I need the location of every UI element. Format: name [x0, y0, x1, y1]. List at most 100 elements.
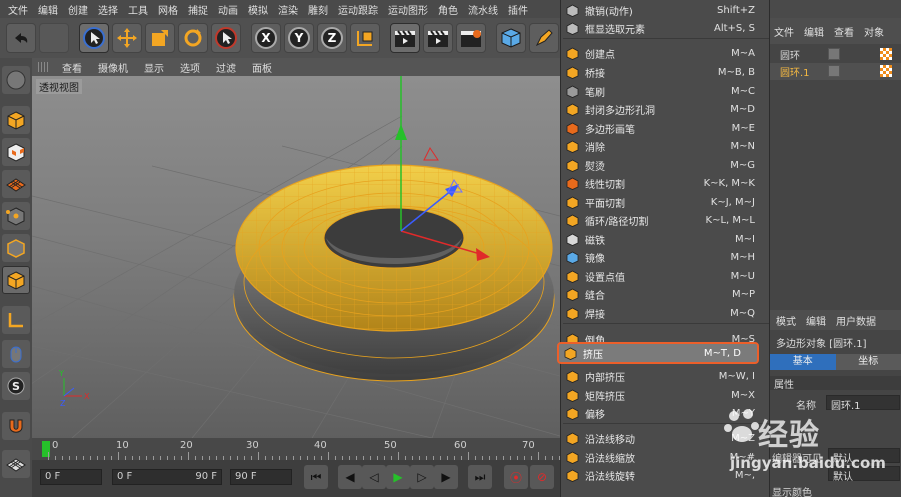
- live-select-button[interactable]: [79, 23, 109, 53]
- context-menu-item[interactable]: 笔刷 M~C: [561, 82, 771, 100]
- visibility-toggle[interactable]: [828, 65, 840, 77]
- x-axis-lock-button[interactable]: X: [251, 23, 281, 53]
- viewport-menu-item[interactable]: 查看: [54, 60, 90, 75]
- go-to-end-button[interactable]: ⏭: [468, 465, 492, 489]
- context-menu-item[interactable]: 循环/路径切割 K~L, M~L: [561, 211, 771, 229]
- context-menu-item[interactable]: 线性切割 K~K, M~K: [561, 174, 771, 192]
- object-manager-menu-item[interactable]: 编辑: [804, 24, 824, 39]
- end-frame-field[interactable]: 90 F: [230, 469, 292, 485]
- menu-item[interactable]: 工具: [124, 2, 154, 17]
- menu-item[interactable]: 动画: [214, 2, 244, 17]
- context-menu-item[interactable]: 设置点值 M~U: [561, 267, 771, 285]
- y-axis-lock-button[interactable]: Y: [284, 23, 314, 53]
- render-view-button[interactable]: [390, 23, 420, 53]
- object-manager-menu-item[interactable]: 文件: [774, 24, 794, 39]
- recent-tool-button[interactable]: [211, 23, 241, 53]
- context-menu-item[interactable]: 内部挤压 M~W, I: [561, 367, 771, 385]
- context-menu-item[interactable]: 焊接 M~Q: [561, 304, 771, 322]
- points-cube-icon: [6, 207, 25, 226]
- step-back-button[interactable]: ◁: [362, 465, 386, 489]
- viewport-menu-item[interactable]: 选项: [172, 60, 208, 75]
- attribute-manager-menu-item[interactable]: 编辑: [806, 313, 826, 328]
- current-frame-field[interactable]: 0 F: [40, 469, 102, 485]
- render-to-picture-viewer-button[interactable]: [423, 23, 453, 53]
- context-menu-item[interactable]: 封闭多边形孔洞 M~D: [561, 100, 771, 118]
- menu-item[interactable]: 运动跟踪: [334, 2, 384, 17]
- previous-key-button[interactable]: ◀: [338, 465, 362, 489]
- context-menu-item-label: 熨烫: [585, 161, 605, 173]
- visibility-toggle[interactable]: [828, 48, 840, 60]
- context-menu-item[interactable]: 镜像 M~H: [561, 248, 771, 266]
- context-menu-item-shortcut: M~W, I: [718, 370, 755, 382]
- menu-item[interactable]: 模拟: [244, 2, 274, 17]
- menu-item[interactable]: 运动图形: [384, 2, 434, 17]
- pen-tool-button[interactable]: [529, 23, 559, 53]
- auto-key-button[interactable]: ⊘: [530, 465, 554, 489]
- context-menu-item[interactable]: 框显选取元素 Alt+S, S: [561, 19, 771, 37]
- perspective-viewport[interactable]: Y X Z 透视视图: [32, 76, 560, 438]
- viewport-menu-item[interactable]: 摄像机: [90, 60, 136, 75]
- magnet-button[interactable]: [2, 412, 30, 440]
- tweak-mode-button[interactable]: [2, 340, 30, 368]
- attribute-manager-menu-item[interactable]: 用户数据: [836, 313, 876, 328]
- texture-mode-button[interactable]: [2, 138, 30, 166]
- timeline-ruler[interactable]: 0 10 20 30 40 50 60 70: [32, 438, 560, 460]
- context-menu-item[interactable]: 平面切割 K~J, M~J: [561, 193, 771, 211]
- rotate-tool-button[interactable]: [178, 23, 208, 53]
- context-menu-item[interactable]: 桥接 M~B, B: [561, 63, 771, 81]
- go-to-start-button[interactable]: ⏮: [304, 465, 328, 489]
- make-editable-button[interactable]: [2, 66, 30, 94]
- phong-tag-icon[interactable]: [880, 48, 892, 60]
- workplane-mode-button[interactable]: [2, 170, 30, 198]
- z-axis-lock-button[interactable]: Z: [317, 23, 347, 53]
- workplane-grid-button[interactable]: [2, 450, 30, 478]
- next-key-button[interactable]: ▶: [434, 465, 458, 489]
- menu-item[interactable]: 编辑: [34, 2, 64, 17]
- menu-item[interactable]: 选择: [94, 2, 124, 17]
- attribute-manager-menu-item[interactable]: 模式: [776, 313, 796, 328]
- viewport-menu-item[interactable]: 过滤: [208, 60, 244, 75]
- context-menu-item[interactable]: 挤压 M~T, D: [557, 342, 759, 364]
- object-manager-menu-item[interactable]: 对象: [864, 24, 884, 39]
- menu-item[interactable]: 文件: [4, 2, 34, 17]
- context-menu-item[interactable]: 创建点 M~A: [561, 44, 771, 62]
- menu-item[interactable]: 插件: [504, 2, 534, 17]
- context-menu-item[interactable]: 磁铁 M~I: [561, 230, 771, 248]
- phong-tag-icon[interactable]: [880, 65, 892, 77]
- context-menu-item[interactable]: 多边形画笔 M~E: [561, 119, 771, 137]
- context-menu-item[interactable]: 缝合 M~P: [561, 285, 771, 303]
- step-forward-button[interactable]: ▷: [410, 465, 434, 489]
- menu-item[interactable]: 角色: [434, 2, 464, 17]
- edges-mode-button[interactable]: [2, 234, 30, 262]
- snap-button[interactable]: S: [2, 372, 30, 400]
- menu-item[interactable]: 创建: [64, 2, 94, 17]
- viewport-menu-item[interactable]: 显示: [136, 60, 172, 75]
- tab-coord[interactable]: 坐标: [835, 354, 901, 370]
- menu-item[interactable]: 流水线: [464, 2, 504, 17]
- cube-primitive-button[interactable]: [496, 23, 526, 53]
- menu-item[interactable]: 捕捉: [184, 2, 214, 17]
- viewport-menu-item[interactable]: 面板: [244, 60, 280, 75]
- undo-button[interactable]: [6, 23, 36, 53]
- axis-mode-button[interactable]: [2, 306, 30, 334]
- context-menu-item[interactable]: 熨烫 M~G: [561, 156, 771, 174]
- menu-item[interactable]: 网格: [154, 2, 184, 17]
- move-tool-button[interactable]: [112, 23, 142, 53]
- menu-item[interactable]: 雕刻: [304, 2, 334, 17]
- coordinate-system-button[interactable]: [350, 23, 380, 53]
- record-button[interactable]: ⦿: [504, 465, 528, 489]
- context-menu-item[interactable]: 撤销(动作) Shift+Z: [561, 1, 771, 19]
- render-settings-button[interactable]: [456, 23, 486, 53]
- object-manager-menu-item[interactable]: 查看: [834, 24, 854, 39]
- scale-tool-button[interactable]: [145, 23, 175, 53]
- points-mode-button[interactable]: [2, 202, 30, 230]
- play-button[interactable]: ▶: [386, 465, 410, 489]
- frame-range-slider[interactable]: 0 F 90 F: [112, 469, 222, 485]
- context-menu-item[interactable]: 消除 M~N: [561, 137, 771, 155]
- polygons-mode-button[interactable]: [2, 266, 30, 294]
- redo-button[interactable]: [39, 23, 69, 53]
- model-mode-button[interactable]: [2, 106, 30, 134]
- menu-item[interactable]: 渲染: [274, 2, 304, 17]
- torus-object[interactable]: [233, 164, 555, 382]
- tab-basic[interactable]: 基本: [770, 354, 836, 370]
